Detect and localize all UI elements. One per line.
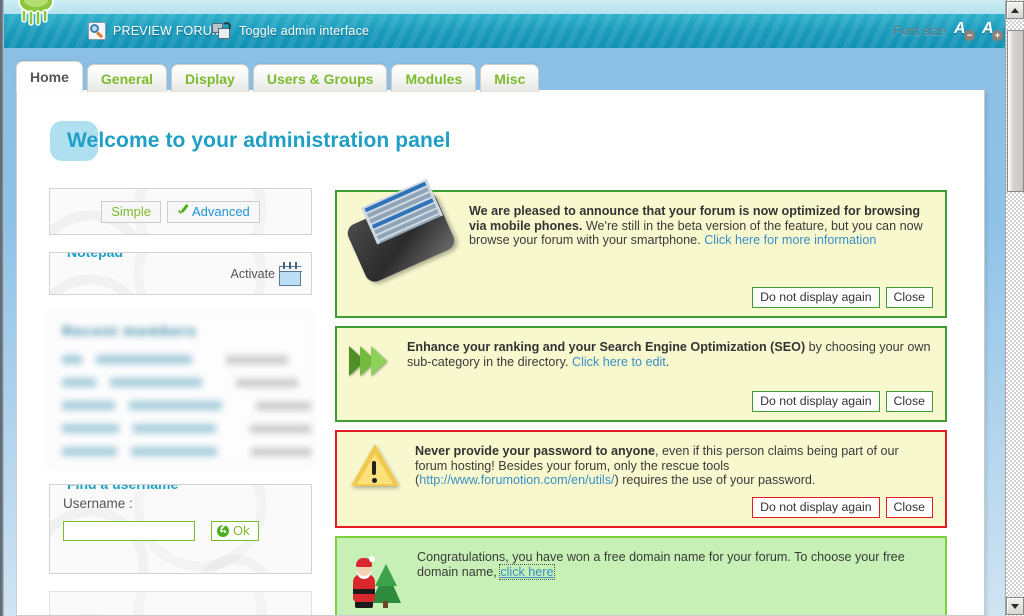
table-row xyxy=(50,348,311,371)
check-circle-icon xyxy=(217,525,229,537)
notice-mobile-close-button[interactable]: Close xyxy=(885,287,933,308)
notice-password-close-button[interactable]: Close xyxy=(885,497,933,518)
tab-general[interactable]: General xyxy=(86,64,168,92)
font-size-decrease-button[interactable]: A − xyxy=(954,20,975,41)
notice-domain-rest: Congratulations, you have won a free dom… xyxy=(417,550,905,579)
username-input[interactable] xyxy=(63,521,195,541)
panel-watermark xyxy=(50,592,311,615)
toggle-windows-icon xyxy=(212,22,232,40)
admin-panel-window: PREVIEW FORUM Toggle admin interface Fon… xyxy=(0,0,1024,616)
next-panel-partial xyxy=(49,591,312,615)
recent-members-panel: Recent members xyxy=(49,312,312,467)
notice-password: Never provide your password to anyone, e… xyxy=(335,430,947,528)
mode-simple-label: Simple xyxy=(111,203,151,219)
notice-password-link[interactable]: http://www.forumotion.com/en/utils/ xyxy=(419,473,614,487)
mode-simple-button[interactable]: Simple xyxy=(101,200,161,223)
sidebar-column: Simple Advanced Notepad Activate Recent … xyxy=(49,188,312,615)
notice-password-tail: ) requires the use of your password. xyxy=(614,473,816,488)
main-tab-bar: Home General Display Users & Groups Modu… xyxy=(16,61,540,92)
vertical-scrollbar[interactable] xyxy=(1005,0,1024,616)
scrollbar-thumb[interactable] xyxy=(1007,30,1024,192)
tab-misc-label: Misc xyxy=(494,70,526,87)
magnifier-icon xyxy=(88,22,106,40)
tab-users-groups[interactable]: Users & Groups xyxy=(252,64,388,92)
preview-forum-label: PREVIEW FORUM xyxy=(113,23,223,38)
notice-domain: Congratulations, you have won a free dom… xyxy=(335,536,947,615)
font-size-increase-button[interactable]: A + xyxy=(982,20,1003,41)
find-username-ok-label: Ok xyxy=(233,523,250,538)
notice-seo-dismiss-button[interactable]: Do not display again xyxy=(752,391,880,412)
chevron-down-icon xyxy=(1011,603,1019,609)
notepad-activate-label[interactable]: Activate xyxy=(231,267,275,281)
table-row xyxy=(50,417,311,440)
notice-domain-text: Congratulations, you have won a free dom… xyxy=(417,548,933,580)
notice-seo-close-button[interactable]: Close xyxy=(885,391,933,412)
smartphone-icon xyxy=(344,178,458,285)
page-title: Welcome to your administration panel xyxy=(50,118,451,164)
font-increase-badge: + xyxy=(992,30,1003,41)
font-size-controls: Font size A − A + xyxy=(893,20,1003,41)
tab-modules[interactable]: Modules xyxy=(391,64,477,92)
page-title-text: Welcome to your administration panel xyxy=(67,129,451,152)
tab-modules-label: Modules xyxy=(405,70,463,87)
tab-users-groups-label: Users & Groups xyxy=(266,70,374,87)
font-size-label: Font size xyxy=(893,22,946,38)
tab-misc[interactable]: Misc xyxy=(480,64,540,92)
notice-password-bold: Never provide your password to anyone xyxy=(415,444,656,458)
notepad-panel: Notepad Activate xyxy=(49,252,312,295)
tab-display[interactable]: Display xyxy=(171,64,249,92)
forumotion-logo[interactable] xyxy=(10,0,62,32)
tab-home-label: Home xyxy=(30,69,69,85)
scroll-down-button[interactable] xyxy=(1006,597,1024,615)
notice-mobile-link[interactable]: Click here for more information xyxy=(704,233,876,247)
chevron-up-icon xyxy=(1011,7,1019,13)
mode-advanced-label: Advanced xyxy=(191,203,250,219)
tab-home[interactable]: Home xyxy=(16,61,83,92)
notice-domain-link[interactable]: click here xyxy=(499,563,555,580)
notice-password-text: Never provide your password to anyone, e… xyxy=(415,442,933,488)
tab-general-label: General xyxy=(100,70,154,87)
notice-password-dismiss-button[interactable]: Do not display again xyxy=(752,497,880,518)
tab-display-label: Display xyxy=(185,70,235,87)
notifications-column: We are pleased to announce that your for… xyxy=(335,178,947,615)
notepad-icon[interactable] xyxy=(279,261,302,286)
toggle-admin-label: Toggle admin interface xyxy=(239,23,370,38)
scroll-up-button[interactable] xyxy=(1006,1,1024,19)
notice-mobile-dismiss-button[interactable]: Do not display again xyxy=(752,287,880,308)
find-username-panel: Find a username Username : Ok xyxy=(49,484,312,574)
find-username-ok-button[interactable]: Ok xyxy=(211,521,259,541)
toggle-admin-interface-button[interactable]: Toggle admin interface xyxy=(212,22,369,40)
username-field-label: Username : xyxy=(63,496,133,511)
table-row xyxy=(50,440,311,463)
table-row xyxy=(50,371,311,394)
notice-seo-bold: Enhance your ranking and your Search Eng… xyxy=(407,340,806,354)
top-toolbar-highlight xyxy=(4,0,1005,14)
notice-mobile: We are pleased to announce that your for… xyxy=(335,178,947,318)
notice-seo-tail: . xyxy=(665,354,670,369)
warning-triangle-icon xyxy=(349,442,403,490)
content-panel: Welcome to your administration panel Sim… xyxy=(16,90,985,616)
table-row xyxy=(50,394,311,417)
santa-icon xyxy=(349,548,405,608)
preview-forum-button[interactable]: PREVIEW FORUM xyxy=(88,22,223,40)
font-decrease-badge: − xyxy=(964,30,975,41)
mode-switch-panel: Simple Advanced xyxy=(49,188,312,235)
green-arrows-icon xyxy=(349,340,395,384)
notice-seo-link[interactable]: Click here to edit xyxy=(572,355,666,369)
notice-mobile-text: We are pleased to announce that your for… xyxy=(469,202,933,248)
mode-advanced-button[interactable]: Advanced xyxy=(166,200,260,223)
recent-members-legend: Recent members xyxy=(62,323,197,340)
check-icon xyxy=(177,206,190,218)
notice-seo: Enhance your ranking and your Search Eng… xyxy=(335,326,947,422)
notice-seo-text: Enhance your ranking and your Search Eng… xyxy=(407,338,933,369)
